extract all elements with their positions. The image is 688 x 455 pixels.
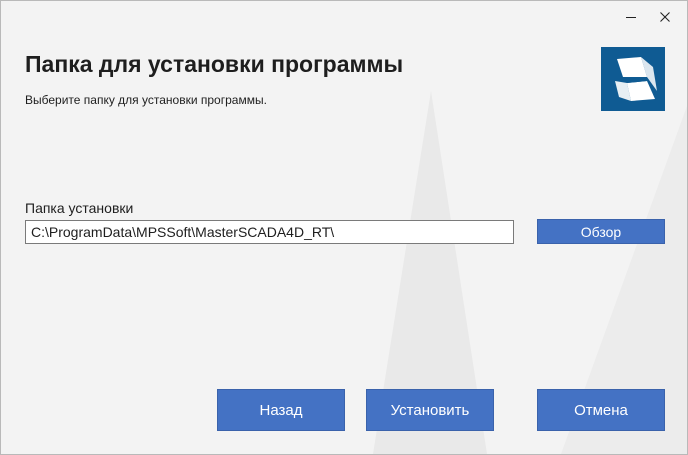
minimize-icon	[626, 17, 636, 18]
minimize-button[interactable]	[614, 1, 648, 33]
masterscada-logo-icon	[601, 47, 665, 111]
browse-button[interactable]: Обзор	[537, 219, 665, 244]
installer-window: Папка для установки программы Выберите п…	[0, 0, 688, 455]
install-path-input[interactable]	[25, 220, 514, 244]
back-button[interactable]: Назад	[217, 389, 345, 431]
title-bar	[1, 1, 687, 33]
install-button[interactable]: Установить	[366, 389, 494, 431]
install-folder-label: Папка установки	[25, 200, 134, 216]
page-title: Папка для установки программы	[25, 51, 404, 77]
page-subtitle: Выберите папку для установки программы.	[25, 93, 267, 107]
close-button[interactable]	[648, 1, 682, 33]
close-icon	[660, 12, 670, 22]
cancel-button[interactable]: Отмена	[537, 389, 665, 431]
